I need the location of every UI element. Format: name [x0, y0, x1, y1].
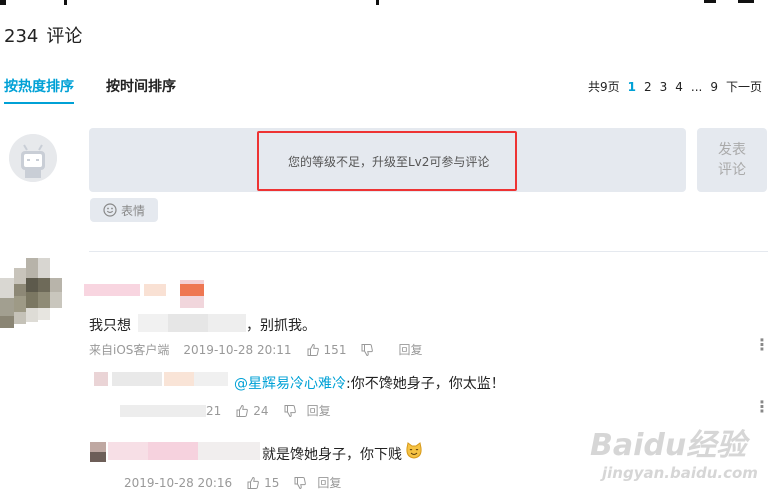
thumbs-up-icon — [236, 404, 249, 417]
comment-time: 2019-10-28 20:11 — [183, 342, 292, 357]
thumbs-up-icon — [307, 343, 319, 356]
comment-title: 评论 — [46, 26, 83, 47]
comment-count: 234 — [4, 26, 39, 47]
highlight-annotation-box — [257, 131, 517, 191]
reply-user-pixelated — [94, 368, 230, 394]
page-ellipsis: ... — [690, 79, 703, 94]
reply-mention-link[interactable]: @星辉易冷心难冷 — [234, 376, 346, 392]
comment-meta: 来自iOS客户端 2019-10-28 20:11 151 回复 — [89, 341, 436, 358]
baidu-jingyan-watermark: Baidu经验 jingyan.baidu.com — [584, 414, 768, 496]
tab-sort-by-hot[interactable]: 按热度排序 — [4, 76, 74, 96]
section-divider — [89, 251, 768, 252]
active-tab-underline — [4, 102, 74, 104]
thumbs-up-icon — [247, 476, 260, 489]
more-options-icon[interactable]: ⋮ — [754, 399, 770, 415]
reply-like-button[interactable]: 15 — [246, 476, 279, 490]
emoji-label: 表情 — [120, 203, 145, 218]
post-button-line1: 发表 — [718, 142, 746, 158]
user-avatar — [9, 134, 57, 182]
post-comment-button[interactable]: 发表 评论 — [697, 128, 767, 192]
reply-like-count: 24 — [253, 403, 269, 418]
comment-count-header: 234 评论 — [4, 22, 90, 48]
smiley-icon — [103, 203, 117, 217]
watermark-url: jingyan.baidu.com — [602, 464, 758, 482]
page-link-3[interactable]: 3 — [660, 80, 668, 94]
reply-like-count: 15 — [264, 475, 280, 490]
cropped-mark — [704, 0, 716, 3]
thumbs-down-icon — [284, 404, 296, 417]
reply-text-body: 就是馋她身子，你下贱 — [262, 447, 402, 463]
top-cropped-strip — [0, 0, 772, 6]
more-options-icon[interactable]: ⋮ — [754, 337, 770, 353]
reply-dislike-button[interactable] — [283, 404, 297, 418]
next-page-link[interactable]: 下一页 — [726, 78, 762, 95]
cropped-mark — [376, 0, 379, 5]
reply-button[interactable]: 回复 — [398, 341, 422, 358]
tab-sort-by-time[interactable]: 按时间排序 — [106, 76, 176, 96]
comment-text-mosaic — [138, 314, 246, 332]
thumbs-down-icon — [361, 343, 374, 356]
comment-source: 来自iOS客户端 — [89, 343, 170, 357]
page-link-9[interactable]: 9 — [710, 80, 718, 94]
pagination: 共9页 1 2 3 4 ... 9 下一页 — [588, 78, 762, 95]
emoji-button[interactable]: 表情 — [90, 198, 158, 222]
reply-meta: 2019-10-28 20:16 15 回复 — [124, 474, 355, 491]
cropped-mark — [738, 0, 754, 3]
reply-meta: 21 24 回复 — [120, 402, 345, 419]
reply-dislike-button[interactable] — [293, 476, 307, 490]
reply-reply-button[interactable]: 回复 — [307, 402, 331, 419]
like-button[interactable]: 151 — [306, 342, 347, 357]
cat-emoji-icon — [404, 441, 424, 461]
commenter-avatar-pixelated — [0, 258, 72, 332]
comment-text: 我只想 — [89, 315, 131, 335]
cropped-mark — [0, 0, 6, 5]
reply-text-body: :你不馋她身子，你太监！ — [346, 376, 505, 392]
cropped-mark — [64, 0, 67, 5]
reply-user-pixelated — [90, 438, 262, 466]
reply-time-mosaic — [120, 404, 206, 417]
comment-text-prefix: 我只想 — [89, 318, 131, 334]
tv-mascot-icon — [9, 134, 57, 182]
post-button-line2: 评论 — [718, 162, 746, 178]
dislike-button[interactable] — [360, 343, 374, 357]
thumbs-down-icon — [294, 476, 307, 489]
page-link-4[interactable]: 4 — [675, 80, 683, 94]
commenter-name-pixelated — [84, 280, 210, 314]
reply-time: 2019-10-28 20:16 — [124, 475, 233, 490]
reply-text: @星辉易冷心难冷:你不馋她身子，你太监！ — [234, 373, 505, 393]
reply-text: 就是馋她身子，你下贱 — [262, 444, 402, 464]
like-count: 151 — [323, 342, 347, 357]
page-link-1[interactable]: 1 — [628, 80, 636, 94]
comment-text-visible: ，别抓我。 — [246, 318, 316, 334]
watermark-brand: Baidu经验 — [590, 428, 747, 463]
reply-reply-button[interactable]: 回复 — [317, 474, 341, 491]
page-link-2[interactable]: 2 — [644, 80, 652, 94]
reply-like-button[interactable]: 24 — [235, 403, 269, 418]
page-total: 共9页 — [587, 80, 620, 94]
reply-time: 21 — [206, 403, 222, 418]
